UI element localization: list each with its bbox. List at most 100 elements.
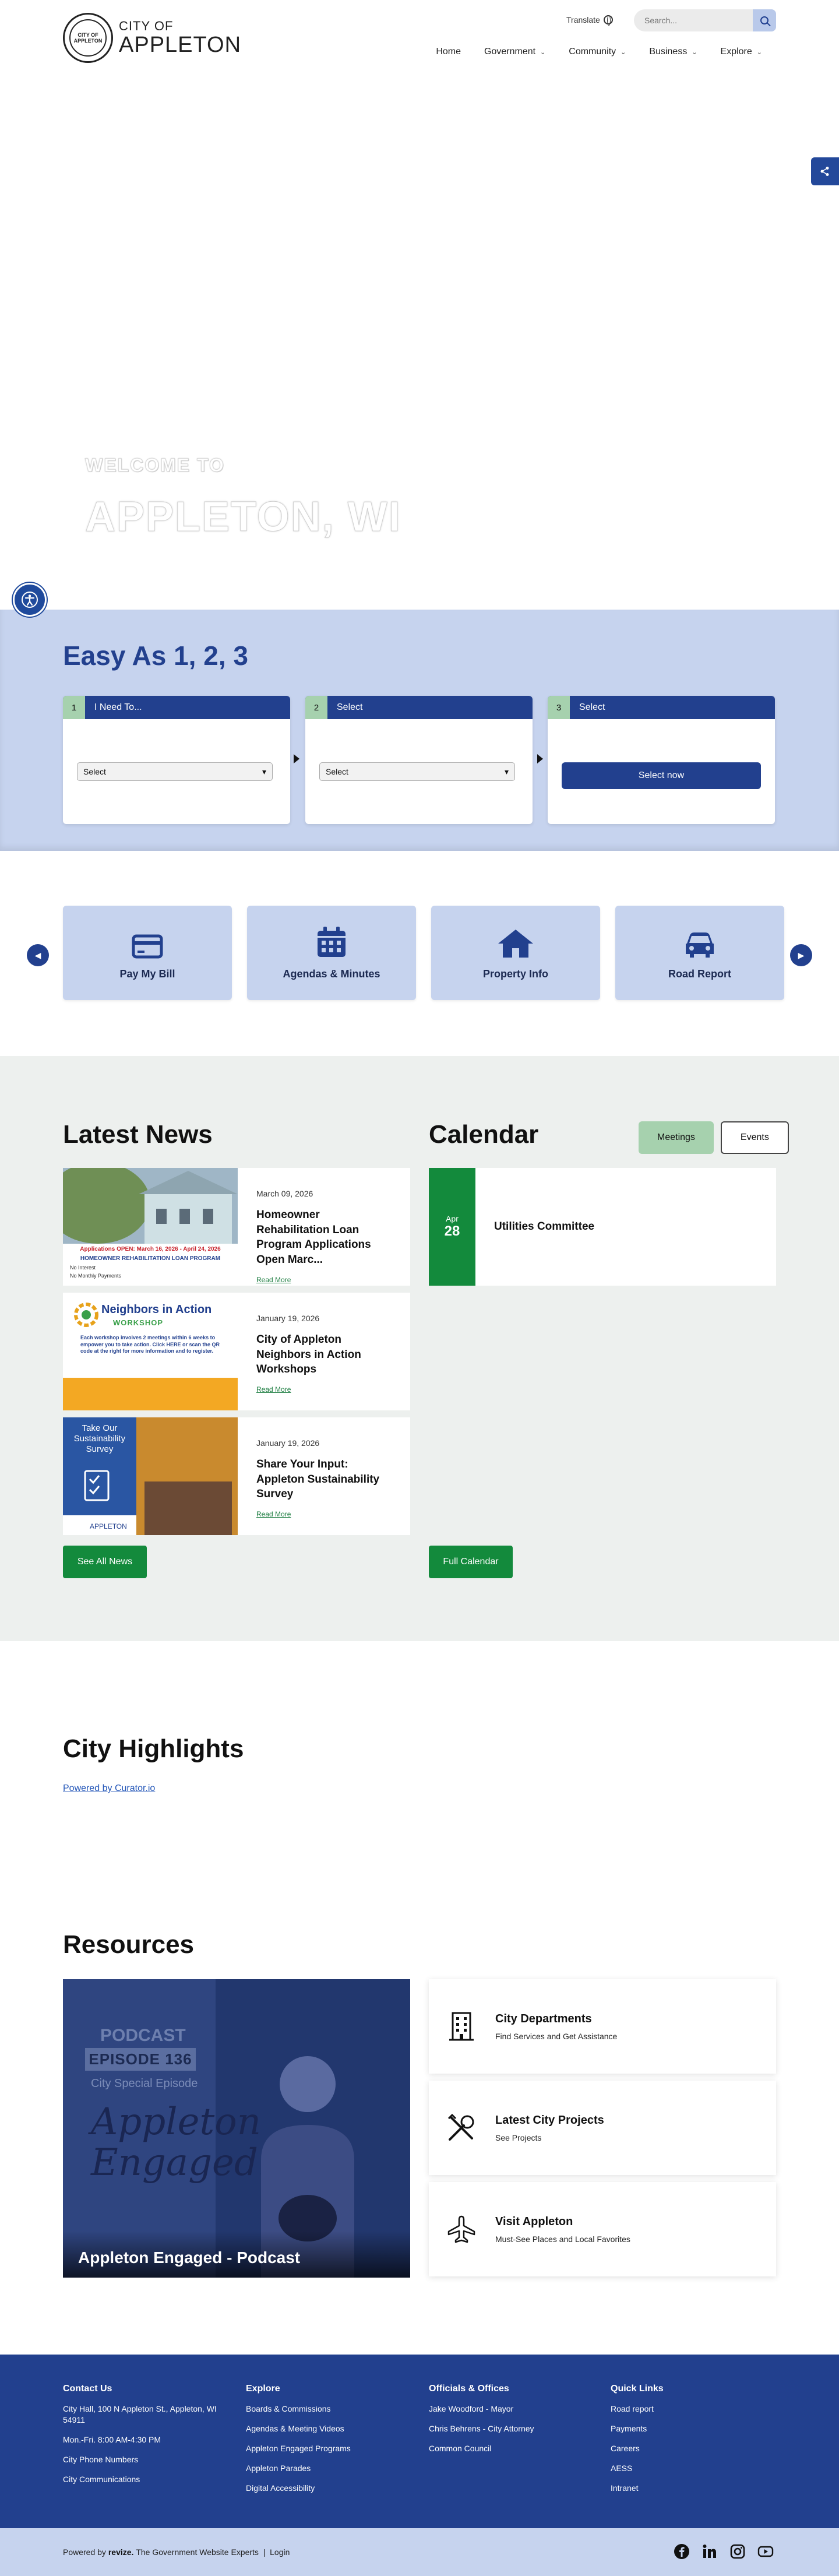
resource-latest-projects[interactable]: Latest City Projects See Projects [429,2081,776,2175]
calendar-event[interactable]: Apr 28 Utilities Committee [429,1168,776,1286]
step-1: 1 I Need To... Select ▾ [63,696,290,824]
footer-link[interactable]: AESS [611,2463,768,2474]
social-links [674,2543,774,2560]
chevron-down-icon: ⌄ [756,48,762,56]
airplane-icon [447,2215,475,2243]
footer-link[interactable]: Digital Accessibility [246,2483,403,2494]
read-more-link[interactable]: Read More [256,1385,291,1393]
nav-business[interactable]: Business ⌄ [637,47,708,57]
footer-link[interactable]: Appleton Parades [246,2463,403,2474]
news-date: January 19, 2026 [256,1314,320,1323]
footer-link[interactable]: Appleton Engaged Programs [246,2443,403,2454]
image-heading-sub: WORKSHOP [113,1318,163,1327]
footer-heading: Officials & Offices [429,2384,509,2394]
tab-events[interactable]: Events [720,1121,789,1154]
step-label: Select [579,702,605,712]
footer-link[interactable]: Boards & Commissions [246,2403,403,2415]
news-headline[interactable]: Share Your Input: Appleton Sustainabilit… [256,1457,393,1502]
footer-link[interactable]: Careers [611,2443,768,2454]
read-more-link[interactable]: Read More [256,1510,291,1518]
translate-button[interactable]: Translate [566,15,613,26]
footer-contact: Contact Us City Hall, 100 N Appleton St.… [63,2384,220,2493]
resource-city-departments[interactable]: City Departments Find Services and Get A… [429,1979,776,2074]
nav-home[interactable]: Home [424,47,473,57]
footer-link[interactable]: Intranet [611,2483,768,2494]
quick-link-road-report[interactable]: Road Report [615,906,784,1000]
footer-link[interactable]: Chris Behrens - City Attorney [429,2423,586,2434]
news-headline[interactable]: Homeowner Rehabilitation Loan Program Ap… [256,1208,393,1268]
powered-suffix: The Government Website Experts [136,2547,259,2557]
image-sub-text: HOMEOWNER REHABILITATION LOAN PROGRAM [80,1255,221,1262]
nav-government[interactable]: Government ⌄ [473,47,557,57]
footer-link[interactable]: City Communications [63,2474,220,2485]
curator-link[interactable]: Powered by Curator.io [63,1783,155,1794]
image-heading: Neighbors in Action [101,1303,212,1316]
read-more-link[interactable]: Read More [256,1276,291,1284]
carousel-prev-button[interactable]: ◀ [27,944,49,966]
login-link[interactable]: Login [270,2547,290,2557]
footer-link[interactable]: Payments [611,2423,768,2434]
quick-link-agendas[interactable]: Agendas & Minutes [247,906,416,1000]
footer-heading: Explore [246,2384,280,2394]
full-calendar-button[interactable]: Full Calendar [429,1546,513,1578]
news-image: Take Our Sustainability Survey APPLETON [63,1417,238,1535]
hero-welcome: WELCOME TO [85,455,225,476]
news-list: Applications OPEN: March 16, 2026 - Apri… [63,1168,410,1535]
nav-label: Business [649,47,688,57]
chevron-down-icon: ⌄ [540,48,546,56]
hero-title: APPLETON, WI [85,494,401,541]
news-headline[interactable]: City of Appleton Neighbors in Action Wor… [256,1332,393,1377]
footer-link[interactable]: Jake Woodford - Mayor [429,2403,586,2415]
step-arrow-icon [537,754,543,763]
facebook-link[interactable] [674,2543,690,2560]
revize-link[interactable]: revize. [108,2547,134,2557]
chevron-left-icon: ◀ [34,950,41,960]
podcast-card[interactable]: PODCAST EPISODE 136 City Special Episode… [63,1979,410,2278]
highlights-title: City Highlights [63,1734,244,1763]
nav-label: Community [569,47,616,57]
resource-visit-appleton[interactable]: Visit Appleton Must-See Places and Local… [429,2182,776,2276]
house-icon [498,930,533,958]
youtube-link[interactable] [757,2543,774,2560]
facebook-icon [674,2544,689,2559]
carousel-next-button[interactable]: ▶ [790,944,812,966]
step-3: 3 Select Select now [548,696,775,824]
youtube-icon [757,2546,774,2557]
quick-link-pay-bill[interactable]: Pay My Bill [63,906,232,1000]
quick-link-property[interactable]: Property Info [431,906,600,1000]
footer-link[interactable]: Road report [611,2403,768,2415]
resources-title: Resources [63,1930,195,1959]
news-item[interactable]: Applications OPEN: March 16, 2026 - Apri… [63,1168,410,1286]
search-button[interactable] [753,9,776,31]
news-image: Applications OPEN: March 16, 2026 - Apri… [63,1168,238,1286]
select-value: Select [83,767,106,776]
instagram-link[interactable] [729,2543,746,2560]
footer-link[interactable]: Agendas & Meeting Videos [246,2423,403,2434]
news-item[interactable]: Take Our Sustainability Survey APPLETON … [63,1417,410,1535]
footer-link[interactable]: Common Council [429,2443,586,2454]
car-icon [686,932,714,958]
nav-label: Home [436,47,461,57]
linkedin-link[interactable] [701,2543,718,2560]
chevron-right-icon: ▶ [798,950,805,960]
event-name[interactable]: Utilities Committee [494,1220,594,1233]
news-item[interactable]: Neighbors in Action WORKSHOP Each worksh… [63,1293,410,1410]
linkedin-icon [703,2545,716,2558]
share-button[interactable] [811,157,839,185]
nav-explore[interactable]: Explore ⌄ [709,47,774,57]
footer-link[interactable]: City Phone Numbers [63,2454,220,2465]
select-now-button[interactable]: Select now [562,762,761,789]
nav-community[interactable]: Community ⌄ [557,47,637,57]
step-2-select[interactable]: Select ▾ [319,762,515,781]
site-logo[interactable]: CITY OF APPLETON CITY OF APPLETON [63,13,241,63]
see-all-news-button[interactable]: See All News [63,1546,147,1578]
main-nav: Home Government ⌄ Community ⌄ Business ⌄ Ex… [424,47,774,57]
easy-title: Easy As 1, 2, 3 [63,641,248,671]
accessibility-button[interactable] [13,583,47,617]
news-image: Neighbors in Action WORKSHOP Each worksh… [63,1293,238,1410]
step-1-select[interactable]: Select ▾ [77,762,273,781]
quick-links-section: ◀ Pay My Bill Agendas & Minutes Property… [0,851,839,1056]
tab-meetings[interactable]: Meetings [639,1121,714,1154]
search-input[interactable] [634,9,753,31]
resource-subtitle: Must-See Places and Local Favorites [495,2234,630,2244]
